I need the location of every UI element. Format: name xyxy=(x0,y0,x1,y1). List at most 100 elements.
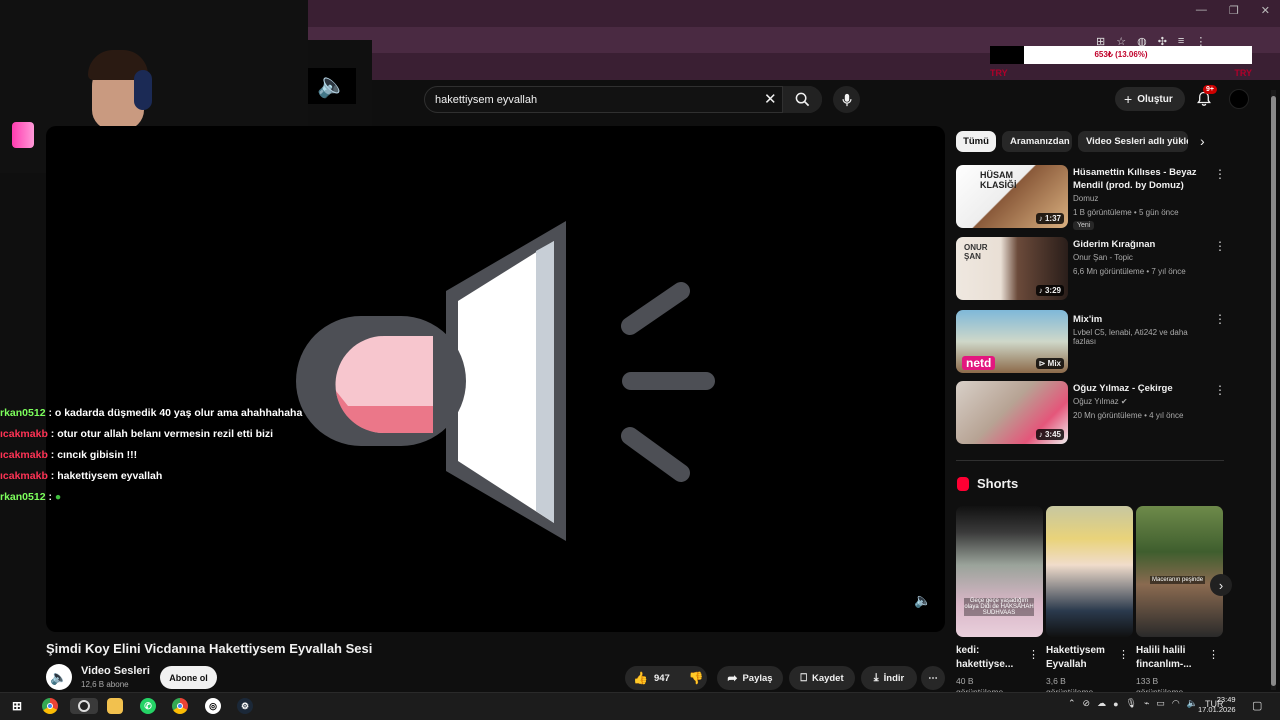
related-video[interactable]: ♪ 3:45 Oğuz Yılmaz - Çekirge Oğuz Yılmaz… xyxy=(956,381,1226,445)
close-icon[interactable]: ✕ xyxy=(1261,4,1270,17)
network-off-icon[interactable]: ⊘ xyxy=(1083,698,1091,709)
chevron-right-icon[interactable]: › xyxy=(1200,133,1205,149)
video-title[interactable]: Oğuz Yılmaz - Çekirge xyxy=(1073,382,1208,395)
like-dislike-group: 👍 947 👎 xyxy=(625,666,707,690)
video-duration: ♪ 3:29 xyxy=(1035,285,1064,296)
video-channel: Oğuz Yılmaz ✔ xyxy=(1073,397,1128,406)
search-icon xyxy=(795,92,810,107)
taskbar-clock[interactable]: 23:49 17.01.2026 xyxy=(1198,695,1236,715)
short-title[interactable]: Hakettiysem Eyvallah xyxy=(1046,644,1116,672)
mix-artists: Lvbel C5, lenabi, Ati242 ve daha fazlası xyxy=(1073,328,1188,346)
chrome-icon-2[interactable] xyxy=(172,698,188,714)
subscribe-button[interactable]: Abone ol xyxy=(160,666,217,689)
more-options-icon[interactable]: ⋮ xyxy=(1118,648,1129,661)
save-button[interactable]: ⎕ Kaydet xyxy=(789,666,855,690)
chat-message: rkan0512 : o kadarda düşmedik 40 yaş olu… xyxy=(0,407,302,419)
mix-thumbnail[interactable]: netd ⊳ Mix xyxy=(956,310,1068,373)
whatsapp-icon[interactable]: ✆ xyxy=(140,698,156,714)
battery-icon[interactable]: ▭ xyxy=(1156,698,1165,709)
notifications-button[interactable]: 9+ xyxy=(1193,85,1217,110)
video-player[interactable]: 🔈 xyxy=(46,126,945,632)
mix-label: ⊳ Mix xyxy=(1035,358,1064,369)
minimize-icon[interactable]: — xyxy=(1196,4,1207,17)
chip-channel[interactable]: Video Sesleri adlı yükleyici xyxy=(1078,131,1188,152)
video-meta: 1 B görüntüleme • 5 gün önce xyxy=(1073,208,1179,217)
wifi-icon[interactable]: ◠ xyxy=(1172,698,1180,709)
share-button[interactable]: ➦ Paylaş xyxy=(717,666,783,690)
restore-icon[interactable]: ❐ xyxy=(1229,4,1239,17)
chip-from-search[interactable]: Aramanızdan xyxy=(1002,131,1072,152)
speaker-overlay: 🔈 xyxy=(308,40,372,132)
short-title[interactable]: kedi: hakettiyse... xyxy=(956,644,1026,672)
thumbnail-text: ONUR ŞAN xyxy=(964,243,988,261)
more-options-icon[interactable]: ⋮ xyxy=(1028,648,1039,661)
page-scrollbar[interactable] xyxy=(1271,90,1276,690)
voice-search-button[interactable] xyxy=(833,86,860,113)
channel-avatar[interactable]: 🔈 xyxy=(46,664,72,690)
chat-text: : hakettiysem eyvallah xyxy=(50,470,163,482)
video-title: Şimdi Koy Elini Vicdanına Hakettiysem Ey… xyxy=(46,641,373,656)
usb-icon[interactable]: ⌁ xyxy=(1144,698,1149,709)
shorts-icon xyxy=(957,476,969,491)
account-avatar[interactable] xyxy=(1229,89,1249,109)
steam-icon[interactable]: ⚙ xyxy=(237,698,253,714)
more-options-icon[interactable]: ⋮ xyxy=(1214,167,1226,181)
subscriber-count: 12,6 B abone xyxy=(81,680,129,689)
more-actions-button[interactable]: ⋯ xyxy=(921,666,945,690)
video-title[interactable]: Hüsamettin Kıllıses - Beyaz Mendil (prod… xyxy=(1073,166,1208,192)
short-thumbnail[interactable]: Maceranın peşinde xyxy=(1136,506,1223,637)
video-thumbnail[interactable]: ONUR ŞAN ♪ 3:29 xyxy=(956,237,1068,300)
mix-title[interactable]: Mix'im xyxy=(1073,313,1208,326)
video-meta: 6,6 Mn görüntüleme • 7 yıl önce xyxy=(1073,267,1186,276)
related-video[interactable]: ONUR ŞAN ♪ 3:29 Giderim Kırağınan Onur Ş… xyxy=(956,237,1226,301)
more-options-icon[interactable]: ⋮ xyxy=(1214,239,1226,253)
video-channel: Onur Şan - Topic xyxy=(1073,253,1133,262)
volume-tray-icon[interactable]: 🔈 xyxy=(1187,698,1198,709)
start-icon[interactable]: ⊞ xyxy=(9,698,25,714)
search-input[interactable]: hakettiysem eyvallah ✕ xyxy=(424,86,822,113)
clear-search-icon[interactable]: ✕ xyxy=(764,87,777,113)
short-thumbnail[interactable]: Geçe geçe yaşadığım olaya Didi de HAKSAH… xyxy=(956,506,1043,637)
emote-icon: ● xyxy=(54,491,62,503)
chrome-icon[interactable] xyxy=(42,698,58,714)
window-controls: — ❐ ✕ xyxy=(1196,4,1270,17)
chip-all[interactable]: Tümü xyxy=(956,131,996,152)
related-video[interactable]: HÜSAM KLASİĞİ ♪ 1:37 Hüsamettin Kıllıses… xyxy=(956,165,1226,230)
obs-icon[interactable] xyxy=(70,698,98,714)
mic-tray-icon[interactable]: 🎙 xyxy=(1126,698,1137,709)
tray-chevron-up-icon[interactable]: ⌃ xyxy=(1068,698,1076,709)
bookmark-icon: ⎕ xyxy=(800,671,807,684)
more-options-icon[interactable]: ⋮ xyxy=(1214,383,1226,397)
dislike-icon[interactable]: 👎 xyxy=(689,671,704,685)
donation-progress-text: 653₺ (13.06%) xyxy=(1094,50,1148,59)
related-mix[interactable]: netd ⊳ Mix Mix'im Lvbel C5, lenabi, Ati2… xyxy=(956,310,1226,374)
video-thumbnail[interactable]: ♪ 3:45 xyxy=(956,381,1068,444)
download-button[interactable]: ⤓ İndir xyxy=(861,666,917,690)
create-button[interactable]: + Oluştur xyxy=(1115,87,1185,111)
video-title[interactable]: Giderim Kırağınan xyxy=(1073,238,1208,251)
short-title[interactable]: Halili halili fincanlım-... xyxy=(1136,644,1206,672)
chat-username: ıcakmakb xyxy=(0,428,48,440)
create-button-label: Oluştur xyxy=(1137,93,1173,105)
scrollbar-thumb[interactable] xyxy=(1271,96,1276,686)
more-options-icon[interactable]: ⋮ xyxy=(1214,312,1226,326)
save-label: Kaydet xyxy=(811,672,844,684)
more-options-icon[interactable]: ⋮ xyxy=(1208,648,1219,661)
download-label: İndir xyxy=(883,672,905,684)
channel-name[interactable]: Video Sesleri xyxy=(81,665,150,677)
short-thumbnail[interactable] xyxy=(1046,506,1133,637)
notification-center-icon[interactable]: ▢ xyxy=(1252,699,1262,712)
onedrive-icon[interactable]: ☁ xyxy=(1097,698,1106,709)
ubisoft-icon[interactable]: ◎ xyxy=(205,698,221,714)
like-button[interactable]: 👍 947 xyxy=(633,671,670,685)
video-thumbnail[interactable]: HÜSAM KLASİĞİ ♪ 1:37 xyxy=(956,165,1068,228)
steam-tray-icon[interactable]: ● xyxy=(1113,699,1118,709)
shorts-next-button[interactable]: › xyxy=(1210,574,1232,596)
chat-message: ıcakmakb : cıncık gibisin !!! xyxy=(0,449,137,461)
volume-icon[interactable]: 🔈 xyxy=(914,592,931,609)
chat-username: rkan0512 xyxy=(0,491,46,503)
search-button[interactable] xyxy=(782,86,822,113)
more-icon: ⋯ xyxy=(928,672,938,684)
files-icon[interactable] xyxy=(107,698,123,714)
search-input-value[interactable]: hakettiysem eyvallah xyxy=(435,87,537,113)
